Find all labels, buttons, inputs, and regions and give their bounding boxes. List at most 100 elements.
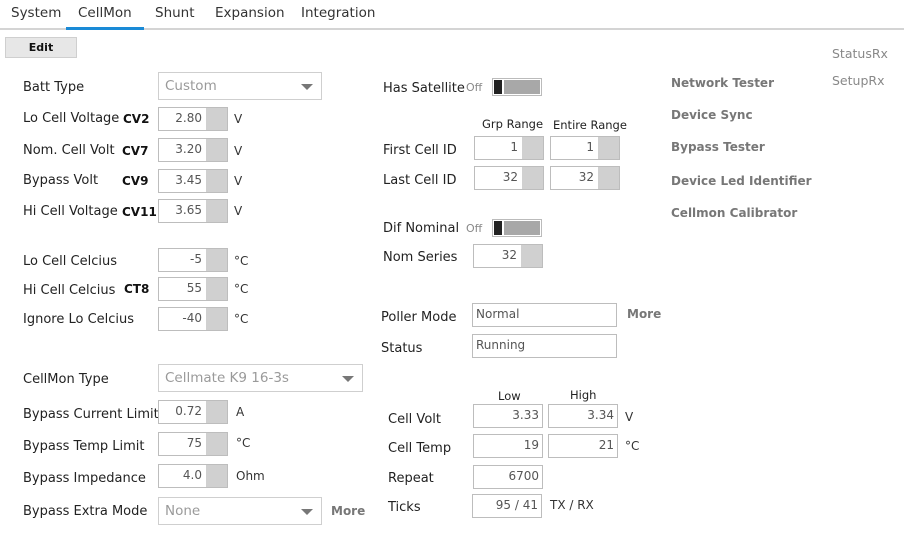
first-cell-id-grp-input[interactable]: 1 — [474, 136, 544, 160]
cell-volt-low-value: 3.33 — [512, 408, 539, 422]
spinner[interactable] — [206, 433, 227, 455]
hi-cell-celcius-value: 55 — [186, 281, 202, 295]
edit-button[interactable]: Edit — [5, 37, 77, 58]
bypass-extra-mode-more-link[interactable]: More — [331, 504, 365, 518]
tab-expansion[interactable]: Expansion — [215, 5, 285, 21]
last-cell-id-label: Last Cell ID — [383, 173, 457, 188]
device-led-identifier-link[interactable]: Device Led Identifier — [671, 174, 812, 188]
chevron-down-icon — [342, 376, 354, 382]
tab-integration[interactable]: Integration — [301, 5, 375, 21]
cell-volt-label: Cell Volt — [388, 412, 441, 427]
setup-rx-link[interactable]: SetupRx — [832, 73, 884, 88]
cell-volt-high-field: 3.34 — [548, 404, 618, 428]
hi-cell-celcius-input[interactable]: 55 — [158, 277, 228, 301]
nom-series-input[interactable]: 32 — [473, 244, 543, 268]
grp-range-header: Grp Range — [482, 117, 544, 131]
spinner[interactable] — [521, 245, 542, 267]
cellmon-calibrator-link[interactable]: Cellmon Calibrator — [671, 206, 797, 220]
tab-shunt[interactable]: Shunt — [155, 5, 195, 21]
bypass-temp-limit-input[interactable]: 75 — [158, 432, 228, 456]
hi-cell-voltage-input[interactable]: 3.65 — [158, 199, 228, 223]
toggle-track — [504, 80, 540, 94]
first-cell-id-label: First Cell ID — [383, 143, 457, 158]
bypass-current-limit-input[interactable]: 0.72 — [158, 400, 228, 424]
spinner[interactable] — [206, 139, 227, 161]
cell-temp-high-field: 21 — [548, 434, 618, 458]
device-sync-link[interactable]: Device Sync — [671, 108, 753, 122]
status-rx-link[interactable]: StatusRx — [832, 46, 888, 61]
poller-mode-field[interactable]: Normal — [472, 303, 617, 327]
chevron-down-icon — [301, 509, 313, 515]
dif-nominal-toggle[interactable] — [492, 219, 542, 237]
network-tester-link[interactable]: Network Tester — [671, 76, 774, 90]
low-header: Low — [498, 389, 521, 403]
hi-cell-voltage-value: 3.65 — [175, 203, 202, 217]
cell-temp-low-value: 19 — [523, 438, 539, 452]
lo-cell-celcius-label: Lo Cell Celcius — [23, 254, 117, 269]
bypass-volt-input[interactable]: 3.45 — [158, 169, 228, 193]
poller-mode-more-link[interactable]: More — [627, 307, 661, 321]
hi-cell-celcius-label: Hi Cell Celcius — [23, 283, 116, 298]
spinner[interactable] — [598, 167, 619, 189]
lo-cell-voltage-input[interactable]: 2.80 — [158, 107, 228, 131]
spinner[interactable] — [206, 200, 227, 222]
cellmon-type-dropdown[interactable]: Cellmate K9 16-3s — [158, 364, 363, 392]
cell-temp-high-value: 21 — [598, 438, 614, 452]
bypass-current-limit-unit: A — [236, 405, 245, 419]
spinner[interactable] — [206, 170, 227, 192]
ticks-field: 95 / 41 — [472, 494, 542, 518]
bypass-temp-limit-value: 75 — [186, 436, 202, 450]
hi-cell-voltage-unit: V — [234, 204, 243, 218]
lo-cell-celcius-input[interactable]: -5 — [158, 248, 228, 272]
spinner[interactable] — [598, 137, 619, 159]
ignore-lo-celcius-input[interactable]: -40 — [158, 307, 228, 331]
batt-type-label: Batt Type — [23, 80, 85, 95]
ticks-unit: TX / RX — [550, 498, 594, 512]
tab-system[interactable]: System — [11, 5, 61, 21]
ignore-lo-celcius-unit: °C — [234, 312, 249, 326]
ticks-label: Ticks — [388, 500, 421, 515]
lo-cell-celcius-unit: °C — [234, 254, 249, 268]
bypass-current-limit-label: Bypass Current Limit — [23, 407, 159, 422]
high-header: High — [570, 388, 597, 402]
spinner[interactable] — [206, 401, 227, 423]
last-cell-id-grp-value: 32 — [502, 170, 518, 184]
batt-type-value: Custom — [165, 78, 217, 94]
hi-cell-voltage-label: Hi Cell Voltage — [23, 204, 118, 219]
bypass-impedance-unit: Ohm — [236, 469, 265, 483]
spinner[interactable] — [522, 137, 543, 159]
status-value: Running — [476, 338, 526, 352]
bypass-impedance-label: Bypass Impedance — [23, 471, 146, 486]
spinner[interactable] — [206, 308, 227, 330]
batt-type-dropdown[interactable]: Custom — [158, 72, 322, 100]
bypass-volt-label: Bypass Volt — [23, 173, 99, 188]
cell-temp-label: Cell Temp — [388, 441, 452, 456]
entire-range-header: Entire Range — [553, 118, 627, 132]
repeat-value: 6700 — [508, 469, 539, 483]
spinner[interactable] — [206, 465, 227, 487]
nom-cell-volt-code: CV7 — [122, 144, 149, 158]
tab-cellmon[interactable]: CellMon — [78, 5, 132, 21]
hi-cell-celcius-code: CT8 — [124, 282, 150, 296]
last-cell-id-grp-input[interactable]: 32 — [474, 166, 544, 190]
bypass-current-limit-value: 0.72 — [175, 404, 202, 418]
last-cell-id-entire-input[interactable]: 32 — [550, 166, 620, 190]
first-cell-id-entire-input[interactable]: 1 — [550, 136, 620, 160]
nom-series-label: Nom Series — [383, 250, 458, 265]
bypass-tester-link[interactable]: Bypass Tester — [671, 140, 765, 154]
bypass-extra-mode-dropdown[interactable]: None — [158, 497, 322, 525]
repeat-field: 6700 — [473, 465, 543, 489]
spinner[interactable] — [206, 278, 227, 300]
bypass-volt-code: CV9 — [122, 174, 149, 188]
nom-cell-volt-input[interactable]: 3.20 — [158, 138, 228, 162]
status-label: Status — [381, 341, 423, 356]
has-satellite-toggle[interactable] — [492, 78, 542, 96]
ticks-value: 95 / 41 — [495, 498, 538, 512]
chevron-down-icon — [301, 84, 313, 90]
repeat-label: Repeat — [388, 471, 434, 486]
toggle-knob — [494, 80, 502, 94]
bypass-impedance-input[interactable]: 4.0 — [158, 464, 228, 488]
spinner[interactable] — [206, 249, 227, 271]
spinner[interactable] — [206, 108, 227, 130]
spinner[interactable] — [522, 167, 543, 189]
